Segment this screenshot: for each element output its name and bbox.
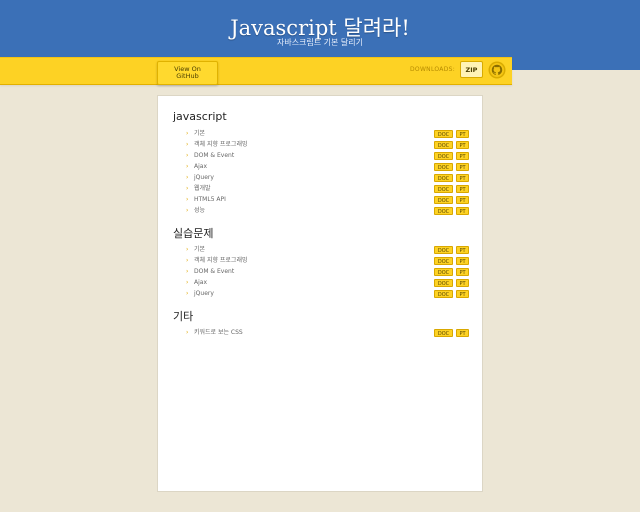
content-panel: javascript › 기본 DOC PT › 객체 지향 프로그래밍 DOC… xyxy=(157,95,483,492)
github-icon[interactable] xyxy=(488,61,506,79)
item-label[interactable]: 웹개발 xyxy=(194,184,211,194)
list-item: › Ajax DOC PT xyxy=(186,162,470,172)
list-item: › jQuery DOC PT xyxy=(186,173,470,183)
item-label[interactable]: DOM & Event xyxy=(194,151,234,161)
doc-button[interactable]: DOC xyxy=(434,279,453,287)
doc-button[interactable]: DOC xyxy=(434,329,453,337)
zip-download-button[interactable]: ZIP xyxy=(460,61,483,78)
pt-button[interactable]: PT xyxy=(456,329,469,337)
list-item: › 기본 DOC PT xyxy=(186,245,470,255)
item-label[interactable]: 키워드로 보는 CSS xyxy=(194,328,243,338)
chevron-right-icon: › xyxy=(186,130,189,137)
chevron-right-icon: › xyxy=(186,268,189,275)
pt-button[interactable]: PT xyxy=(456,279,469,287)
item-label[interactable]: 객체 지향 프로그래밍 xyxy=(194,256,248,266)
list-item: › DOM & Event DOC PT xyxy=(186,151,470,161)
chevron-right-icon: › xyxy=(186,152,189,159)
item-label[interactable]: 객체 지향 프로그래밍 xyxy=(194,140,248,150)
pt-button[interactable]: PT xyxy=(456,268,469,276)
doc-button[interactable]: DOC xyxy=(434,185,453,193)
page-subtitle: 자바스크립트 기본 달리기 xyxy=(276,38,364,47)
doc-button[interactable]: DOC xyxy=(434,163,453,171)
chevron-right-icon: › xyxy=(186,279,189,286)
pt-button[interactable]: PT xyxy=(456,246,469,254)
item-label[interactable]: 기본 xyxy=(194,245,205,255)
item-label[interactable]: Ajax xyxy=(194,162,207,172)
chevron-right-icon: › xyxy=(186,290,189,297)
doc-button[interactable]: DOC xyxy=(434,152,453,160)
doc-button[interactable]: DOC xyxy=(434,290,453,298)
pt-button[interactable]: PT xyxy=(456,290,469,298)
pt-button[interactable]: PT xyxy=(456,152,469,160)
chevron-right-icon: › xyxy=(186,257,189,264)
doc-button[interactable]: DOC xyxy=(434,196,453,204)
chevron-right-icon: › xyxy=(186,207,189,214)
item-label[interactable]: jQuery xyxy=(194,173,214,183)
pt-button[interactable]: PT xyxy=(456,130,469,138)
pt-button[interactable]: PT xyxy=(456,163,469,171)
doc-button[interactable]: DOC xyxy=(434,207,453,215)
downloads-label: DOWNLOADS: xyxy=(410,66,456,73)
pt-button[interactable]: PT xyxy=(456,141,469,149)
list-item: › 객체 지향 프로그래밍 DOC PT xyxy=(186,256,470,266)
item-label[interactable]: 성능 xyxy=(194,206,205,216)
list-item: › Ajax DOC PT xyxy=(186,278,470,288)
doc-button[interactable]: DOC xyxy=(434,257,453,265)
chevron-right-icon: › xyxy=(186,141,189,148)
chevron-right-icon: › xyxy=(186,246,189,253)
view-on-github-button[interactable]: View On GitHub xyxy=(157,61,218,85)
list-item: › 기본 DOC PT xyxy=(186,129,470,139)
chevron-right-icon: › xyxy=(186,196,189,203)
section-title: 기타 xyxy=(173,310,194,323)
item-label[interactable]: jQuery xyxy=(194,289,214,299)
item-label[interactable]: Ajax xyxy=(194,278,207,288)
doc-button[interactable]: DOC xyxy=(434,174,453,182)
list-item: › 객체 지향 프로그래밍 DOC PT xyxy=(186,140,470,150)
chevron-right-icon: › xyxy=(186,329,189,336)
list-item: › jQuery DOC PT xyxy=(186,289,470,299)
item-label[interactable]: 기본 xyxy=(194,129,205,139)
list-item: › DOM & Event DOC PT xyxy=(186,267,470,277)
pt-button[interactable]: PT xyxy=(456,196,469,204)
doc-button[interactable]: DOC xyxy=(434,268,453,276)
view-on-github-line2: GitHub xyxy=(176,72,199,80)
chevron-right-icon: › xyxy=(186,185,189,192)
chevron-right-icon: › xyxy=(186,174,189,181)
pt-button[interactable]: PT xyxy=(456,185,469,193)
pt-button[interactable]: PT xyxy=(456,174,469,182)
list-item: › 웹개발 DOC PT xyxy=(186,184,470,194)
doc-button[interactable]: DOC xyxy=(434,130,453,138)
pt-button[interactable]: PT xyxy=(456,207,469,215)
chevron-right-icon: › xyxy=(186,163,189,170)
section-title: 실습문제 xyxy=(173,227,214,240)
item-label[interactable]: HTML5 API xyxy=(194,195,226,205)
list-item: › HTML5 API DOC PT xyxy=(186,195,470,205)
pt-button[interactable]: PT xyxy=(456,257,469,265)
list-item: › 키워드로 보는 CSS DOC PT xyxy=(186,328,470,338)
doc-button[interactable]: DOC xyxy=(434,141,453,149)
section-title: javascript xyxy=(173,110,227,123)
doc-button[interactable]: DOC xyxy=(434,246,453,254)
item-label[interactable]: DOM & Event xyxy=(194,267,234,277)
list-item: › 성능 DOC PT xyxy=(186,206,470,216)
